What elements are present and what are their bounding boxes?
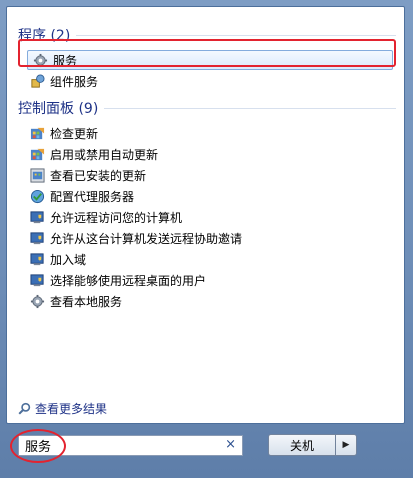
result-installed-updates[interactable]: 查看已安装的更新 — [25, 165, 393, 185]
windows-update-icon — [29, 146, 45, 162]
clear-search-icon[interactable]: × — [225, 437, 236, 452]
component-services-icon — [29, 73, 45, 89]
result-label: 配置代理服务器 — [50, 189, 135, 204]
result-component-services[interactable]: 组件服务 — [25, 71, 393, 91]
installed-updates-icon — [29, 167, 45, 183]
result-allow-remote-access[interactable]: 允许远程访问您的计算机 — [25, 207, 393, 227]
system-shield-icon — [29, 251, 45, 267]
gear-icon — [29, 293, 45, 309]
highlight-oval — [10, 429, 66, 463]
result-label: 组件服务 — [50, 74, 99, 89]
result-label: 查看已安装的更新 — [50, 168, 147, 183]
result-label: 查看本地服务 — [50, 294, 123, 309]
see-more-results-link[interactable]: 查看更多结果 — [18, 400, 107, 417]
result-label: 允许远程访问您的计算机 — [50, 210, 183, 225]
result-remote-desktop-users[interactable]: 选择能够使用远程桌面的用户 — [25, 270, 393, 290]
result-label: 启用或禁用自动更新 — [50, 147, 159, 162]
result-proxy-server[interactable]: 配置代理服务器 — [25, 186, 393, 206]
system-shield-icon — [29, 209, 45, 225]
result-auto-updates[interactable]: 启用或禁用自动更新 — [25, 144, 393, 164]
result-join-domain[interactable]: 加入域 — [25, 249, 393, 269]
search-icon — [18, 402, 31, 415]
result-check-updates[interactable]: 检查更新 — [25, 123, 393, 143]
result-label: 加入域 — [50, 252, 87, 267]
result-remote-assistance[interactable]: 允许从这台计算机发送远程协助邀请 — [25, 228, 393, 248]
highlight-box — [18, 39, 396, 67]
result-label: 选择能够使用远程桌面的用户 — [50, 273, 207, 288]
result-local-services[interactable]: 查看本地服务 — [25, 291, 393, 311]
result-label: 检查更新 — [50, 126, 99, 141]
windows-update-icon — [29, 125, 45, 141]
system-shield-icon — [29, 230, 45, 246]
shutdown-options-arrow-icon[interactable]: ▶ — [335, 434, 357, 456]
search-results-panel: 程序 (2) 服务 组件服务 控制面板 (9) 检查更新 启用或禁用自动更新 查… — [6, 6, 405, 424]
internet-options-icon — [29, 188, 45, 204]
shutdown-button[interactable]: 关机 — [268, 434, 336, 456]
result-label: 允许从这台计算机发送远程协助邀请 — [50, 231, 243, 246]
system-shield-icon — [29, 272, 45, 288]
control-panel-group-title[interactable]: 控制面板 (9) — [18, 98, 396, 118]
